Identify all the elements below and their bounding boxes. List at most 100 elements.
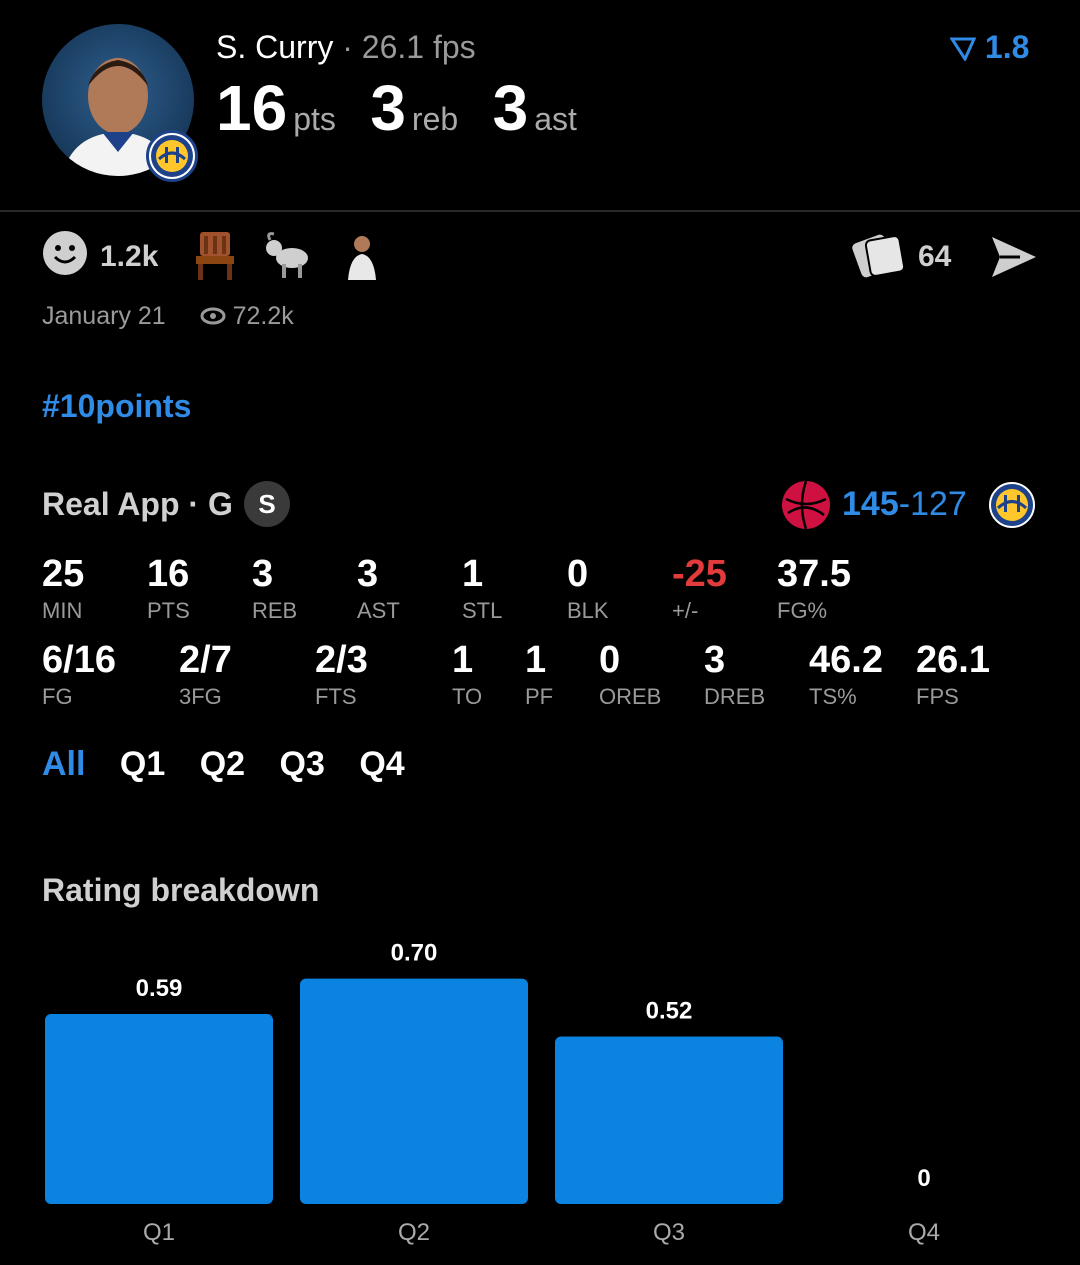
headline-ast-unit: ast xyxy=(534,101,577,137)
stat-value: 2/7 xyxy=(179,639,232,681)
stat-min: 25 MIN xyxy=(42,552,84,626)
stat-dreb: 3 DREB xyxy=(704,638,765,712)
player-sticker-reaction[interactable] xyxy=(342,230,382,284)
cards-button[interactable] xyxy=(850,230,910,284)
warriors-logo-icon xyxy=(988,481,1036,534)
rating-icon xyxy=(949,37,977,63)
stat-pf: 1 PF xyxy=(525,638,553,712)
stat-value: 37.5 xyxy=(777,553,851,595)
bar-value-label-q2: 0.70 xyxy=(391,940,438,967)
stat-value: 25 xyxy=(42,553,85,595)
headline-pts: 16 xyxy=(216,72,288,144)
x-tick-label-q4: Q4 xyxy=(908,1219,940,1246)
player-name[interactable]: S. Curry xyxy=(216,29,333,65)
stat-blk: 0 BLK xyxy=(567,552,609,626)
stat-fg: 6/16 FG xyxy=(42,638,116,712)
score-team: 145 xyxy=(842,485,899,523)
stat-label: 3FG xyxy=(179,684,222,709)
tab-q3[interactable]: Q3 xyxy=(280,745,325,783)
player-fps: 26.1 fps xyxy=(361,29,476,65)
x-tick-label-q1: Q1 xyxy=(143,1219,175,1246)
stat-oreb: 0 OREB xyxy=(599,638,661,712)
chart-title: Rating breakdown xyxy=(42,872,320,908)
bar-value-label-q3: 0.52 xyxy=(646,998,693,1025)
stat-label: PTS xyxy=(147,598,190,623)
stat-label: AST xyxy=(357,598,400,623)
stat-label: FG xyxy=(42,684,73,709)
player-name-line: S. Curry · 26.1 fps xyxy=(216,28,476,66)
score-opp: 127 xyxy=(910,485,967,523)
stat-value: 0 xyxy=(567,553,589,595)
send-icon xyxy=(992,237,1036,277)
goat-reaction[interactable] xyxy=(262,230,314,284)
post-meta: January 21 72.2k xyxy=(42,300,294,332)
stat-value: 6/16 xyxy=(42,639,116,681)
stat-value: 1 xyxy=(452,639,474,681)
bar-q1 xyxy=(45,1014,273,1204)
stat-label: MIN xyxy=(42,598,83,623)
stat-ast: 3 AST xyxy=(357,552,400,626)
stat-pts: 16 PTS xyxy=(147,552,190,626)
cards-icon xyxy=(852,234,906,278)
goat-icon xyxy=(266,232,308,278)
stat-value: 1 xyxy=(525,639,547,681)
view-count: 72.2k xyxy=(232,302,294,330)
smiley-icon xyxy=(43,231,87,275)
bar-q3 xyxy=(555,1036,783,1204)
stat-label: +/- xyxy=(672,598,699,623)
tab-q2[interactable]: Q2 xyxy=(200,745,245,783)
stat-ts-pct: 46.2 TS% xyxy=(809,638,883,712)
hashtag-link[interactable]: #10points xyxy=(42,386,191,426)
quarter-tabs: All Q1 Q2 Q3 Q4 xyxy=(42,742,435,786)
stat-label: FPS xyxy=(916,684,959,709)
stat-label: TO xyxy=(452,684,483,709)
stat-3fg: 2/7 3FG xyxy=(179,638,232,712)
stat-value: 2/3 xyxy=(315,639,368,681)
chair-icon xyxy=(196,232,234,280)
likes-count: 1.2k xyxy=(100,240,159,273)
stat-label: DREB xyxy=(704,684,766,709)
stat-fg-pct: 37.5 FG% xyxy=(777,552,851,626)
bar-value-label-q1: 0.59 xyxy=(136,975,183,1002)
headline-reb-unit: reb xyxy=(411,101,459,137)
stat-label: OREB xyxy=(599,684,662,709)
stat-value: -25 xyxy=(672,553,727,595)
name-separator: · xyxy=(333,29,362,65)
tab-q4[interactable]: Q4 xyxy=(359,745,404,783)
stat-label: REB xyxy=(252,598,298,623)
headline-ast: 3 xyxy=(492,72,529,144)
x-tick-label-q3: Q3 xyxy=(653,1219,685,1246)
score-separator: - xyxy=(898,485,911,523)
smiley-reaction[interactable] xyxy=(42,230,88,284)
send-button[interactable] xyxy=(990,230,1038,284)
post-date: January 21 xyxy=(42,302,166,330)
chair-reaction[interactable] xyxy=(192,230,238,284)
headline-stats: 16 pts 3 reb 3 ast xyxy=(216,72,607,144)
bar-q2 xyxy=(300,978,528,1204)
stat-to: 1 TO xyxy=(452,638,482,712)
headline-pts-unit: pts xyxy=(293,101,336,137)
tab-q1[interactable]: Q1 xyxy=(120,745,165,783)
stat-label: BLK xyxy=(567,598,609,623)
header-divider xyxy=(0,210,1080,212)
stat-value: 3 xyxy=(252,553,274,595)
stat-reb: 3 REB xyxy=(252,552,297,626)
rating-value: 1.8 xyxy=(984,29,1030,65)
stat-label: FG% xyxy=(777,598,828,623)
stat-value: 3 xyxy=(704,639,726,681)
stat-fts: 2/3 FTS xyxy=(315,638,368,712)
eye-icon xyxy=(200,307,226,325)
stat-value: 0 xyxy=(599,639,621,681)
stat-value: 3 xyxy=(357,553,379,595)
bar-value-label-q4: 0 xyxy=(917,1165,930,1192)
stat-label: FTS xyxy=(315,684,357,709)
stat-plus-minus: -25 +/- xyxy=(672,552,727,626)
game-score[interactable]: 145-127 xyxy=(842,484,967,524)
stat-fps: 26.1 FPS xyxy=(916,638,990,712)
rating-indicator[interactable]: 1.8 xyxy=(949,28,1030,66)
tab-all[interactable]: All xyxy=(42,745,85,783)
player-sticker-icon xyxy=(348,236,376,280)
stat-label: STL xyxy=(462,598,503,623)
headline-reb: 3 xyxy=(370,72,406,144)
x-tick-label-q2: Q2 xyxy=(398,1219,430,1246)
